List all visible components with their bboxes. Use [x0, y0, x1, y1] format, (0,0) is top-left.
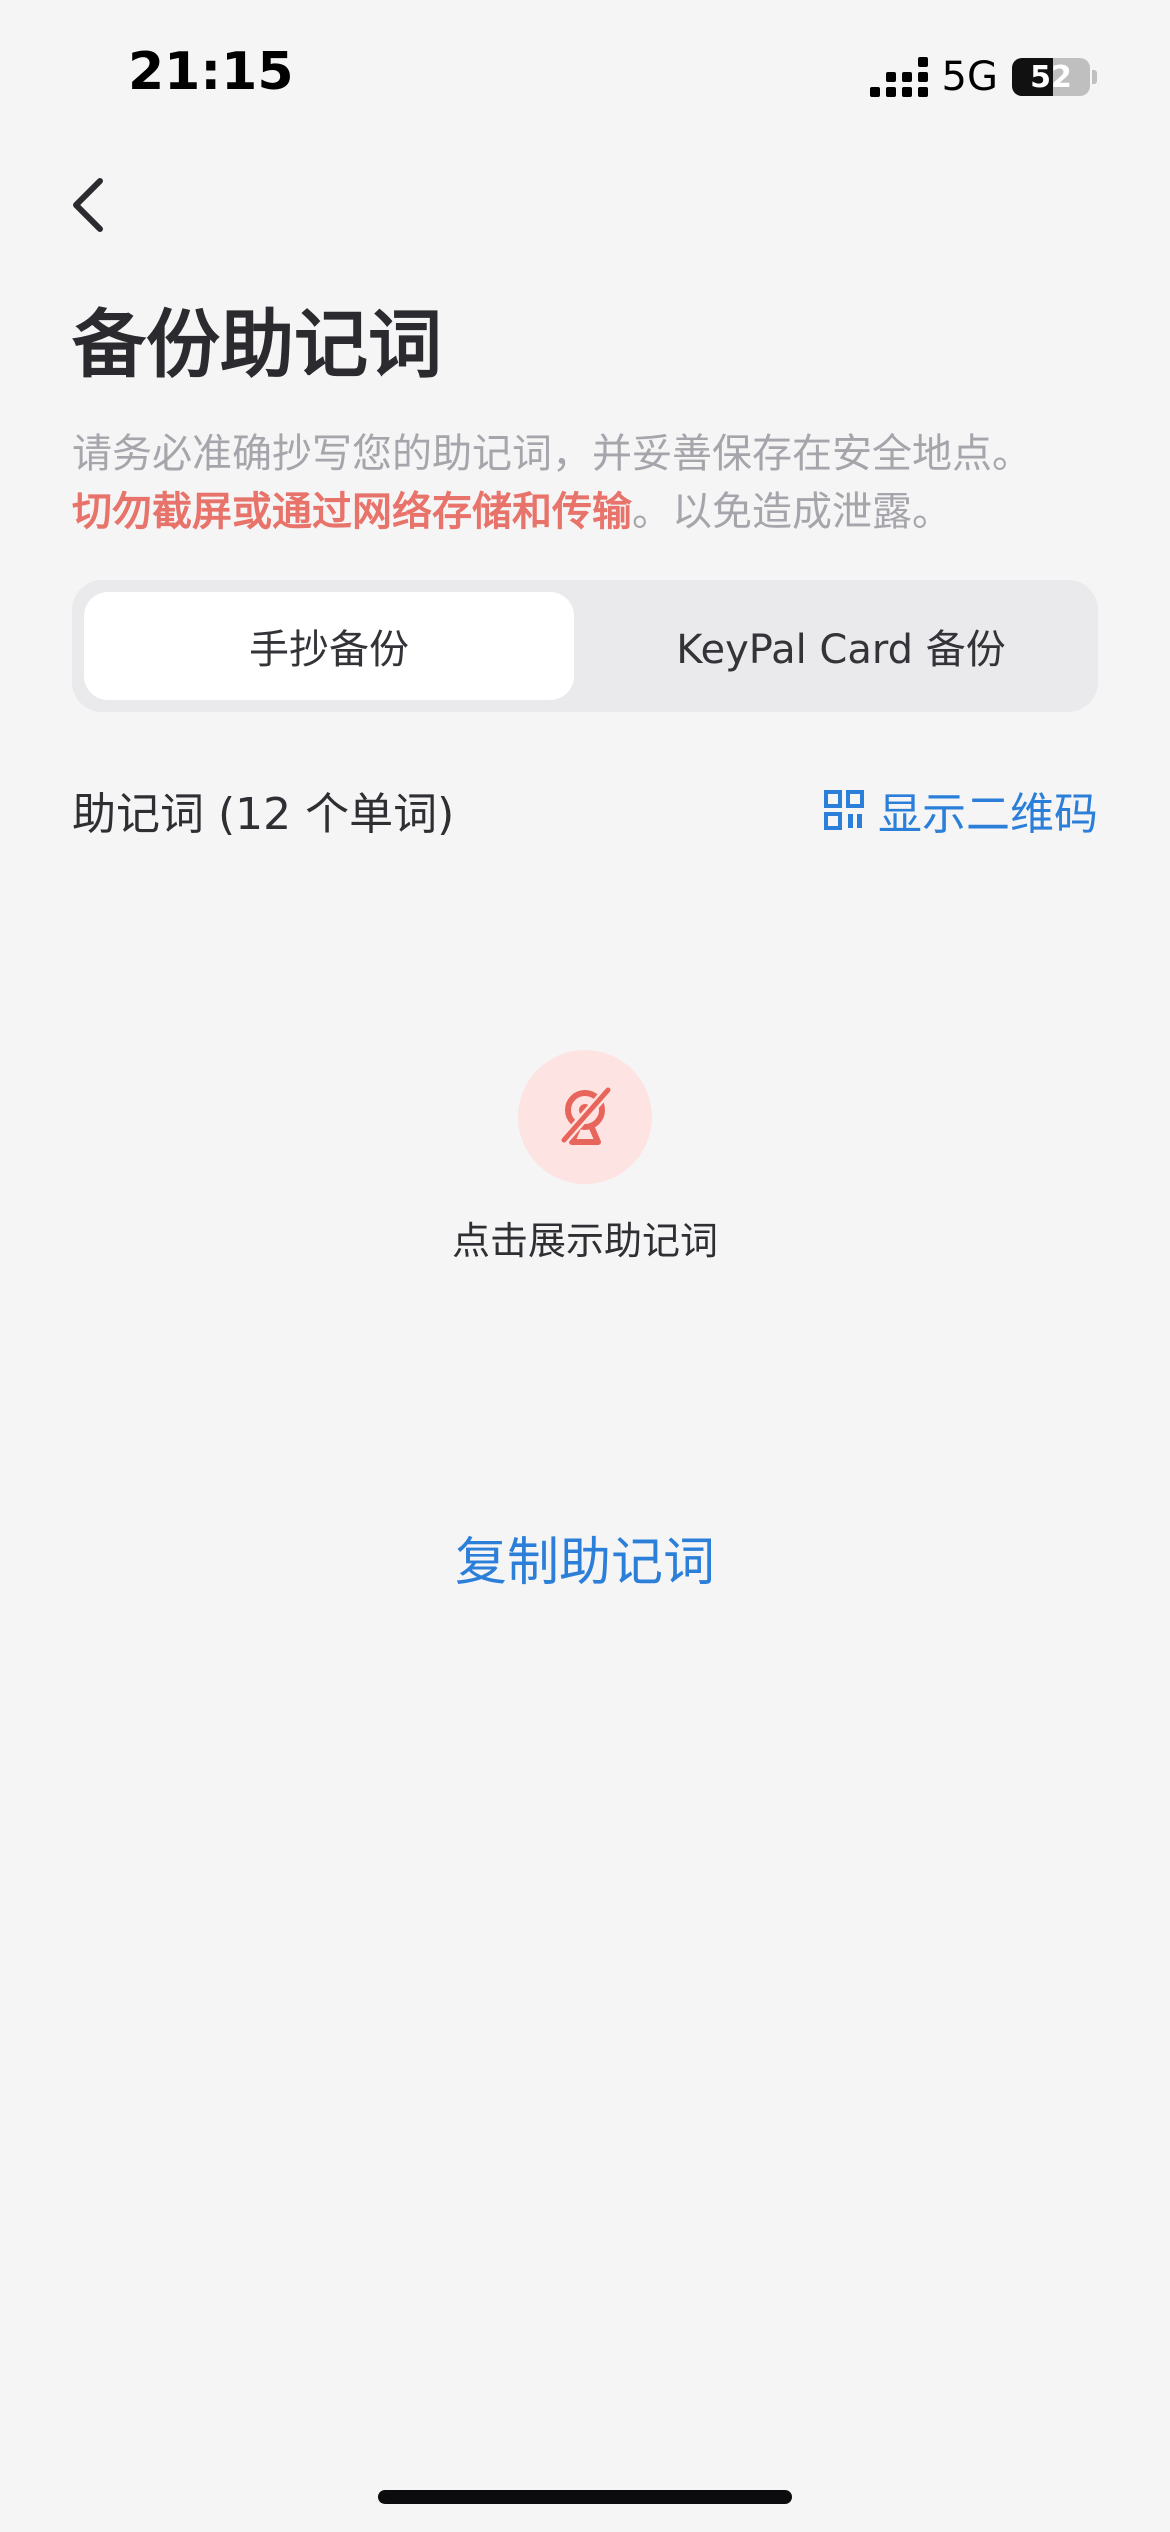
back-button[interactable]: [52, 170, 122, 240]
description-tail: 。以免造成泄露。: [632, 489, 952, 535]
page-description: 请务必准确抄写您的助记词，并妥善保存在安全地点。 切勿截屏或通过网络存储和传输。…: [72, 425, 1112, 541]
show-qr-code-button[interactable]: 显示二维码: [824, 778, 1098, 842]
copy-mnemonic-button[interactable]: 复制助记词: [0, 1520, 1170, 1595]
status-bar: 21:15 5G 52: [0, 0, 1170, 150]
cellular-signal-icon: [869, 57, 928, 97]
mnemonic-header: 助记词 (12 个单词) 显示二维码: [72, 780, 1098, 840]
battery-icon: 52: [1012, 58, 1090, 96]
description-warning: 切勿截屏或通过网络存储和传输: [72, 489, 632, 535]
status-icons: 5G 52: [869, 54, 1090, 100]
battery-percentage: 52: [1030, 59, 1072, 95]
tab-keypal-card-backup[interactable]: KeyPal Card 备份: [596, 592, 1086, 700]
network-type: 5G: [941, 54, 998, 100]
backup-method-tabs: 手抄备份 KeyPal Card 备份: [72, 580, 1098, 712]
battery-tip: [1092, 70, 1097, 84]
eye-off-icon: [559, 1085, 613, 1145]
tab-handwritten-backup[interactable]: 手抄备份: [84, 592, 574, 700]
reveal-mnemonic-label: 点击展示助记词: [451, 1219, 718, 1263]
reveal-icon-circle: [518, 1050, 652, 1184]
reveal-mnemonic-button[interactable]: 点击展示助记词: [385, 1050, 785, 1265]
status-time: 21:15: [128, 42, 294, 102]
show-qr-code-label: 显示二维码: [878, 789, 1098, 840]
mnemonic-label: 助记词 (12 个单词): [72, 789, 455, 840]
chevron-left-icon: [73, 178, 103, 232]
qr-code-icon: [824, 790, 864, 830]
page-title: 备份助记词: [72, 302, 442, 388]
home-indicator[interactable]: [378, 2490, 792, 2504]
description-text: 请务必准确抄写您的助记词，并妥善保存在安全地点。: [72, 431, 1032, 477]
